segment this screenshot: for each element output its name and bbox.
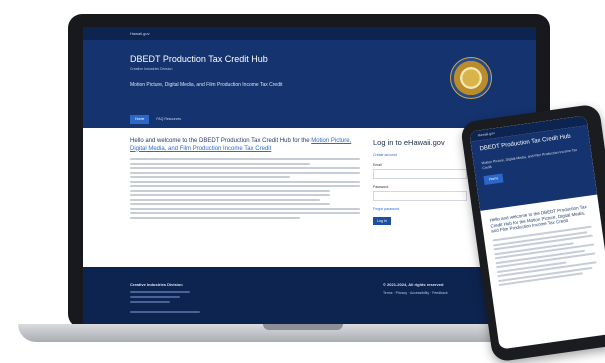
site-nav: Home FAQ Resources [130, 115, 184, 124]
create-account-link[interactable]: Create account [373, 153, 473, 157]
site-footer: Creative Industries Division © 2021-2024… [83, 267, 536, 325]
welcome-text: Hello and welcome to the DBEDT Productio… [130, 138, 310, 144]
footer-org-name: Creative Industries Division [130, 282, 183, 287]
welcome-heading: Hello and welcome to the DBEDT Productio… [130, 138, 360, 153]
paragraph-line [130, 207, 360, 210]
state-seal-icon [450, 57, 492, 99]
footer-address-line [130, 301, 170, 303]
site-header: DBEDT Production Tax Credit Hub Creative… [83, 40, 536, 128]
paragraph-line [130, 171, 360, 174]
paragraph-line [130, 162, 310, 165]
footer-copyright: © 2021-2024, All rights reserved [383, 282, 444, 287]
phone-screen: Hawaii.gov DBEDT Production Tax Credit H… [469, 115, 605, 350]
laptop-notch [263, 324, 343, 330]
body-paragraphs [130, 158, 360, 219]
login-title: Log in to eHawaii.gov [373, 138, 445, 147]
nav-faq-link[interactable]: FAQ Resources [153, 115, 184, 124]
password-label: Password [373, 185, 389, 189]
welcome-section: Hello and welcome to the DBEDT Productio… [130, 138, 360, 219]
paragraph-line [130, 212, 360, 214]
footer-address-line [130, 291, 190, 293]
password-field[interactable] [373, 191, 467, 201]
login-button[interactable]: Log In [373, 217, 391, 225]
phone-nav-home-button[interactable]: Home [483, 173, 504, 186]
paragraph-line [130, 198, 320, 201]
phone-body: Hello and welcome to the DBEDT Productio… [480, 195, 605, 296]
paragraph-line [130, 189, 330, 192]
page-description: Motion Picture, Digital Media, and Film … [130, 82, 283, 88]
paragraph-line [130, 158, 360, 160]
paragraph-line [130, 194, 330, 196]
paragraph-line [130, 180, 360, 183]
paragraph-line [130, 216, 300, 219]
page-subtitle: Creative Industries Division [130, 67, 173, 71]
forgot-password-link[interactable]: Forgot password [373, 207, 473, 211]
login-panel: Log in to eHawaii.gov Create account Ema… [373, 138, 473, 225]
nav-home-button[interactable]: Home [130, 115, 150, 124]
paragraph-line [130, 167, 360, 169]
page-title: DBEDT Production Tax Credit Hub [130, 54, 268, 64]
paragraph-line [130, 203, 330, 205]
email-label: Email [373, 163, 382, 167]
site-top-label[interactable]: Hawaii.gov [130, 31, 150, 36]
email-field[interactable] [373, 169, 467, 179]
footer-address-line [130, 296, 180, 298]
phone-top-label[interactable]: Hawaii.gov [477, 131, 495, 137]
footer-email-link[interactable] [130, 311, 200, 313]
site-top-strip: Hawaii.gov [83, 27, 536, 40]
paragraph-line [130, 185, 360, 187]
footer-links[interactable]: Terms · Privacy · Accessibility · Feedba… [383, 291, 448, 295]
paragraph-line [130, 176, 290, 178]
